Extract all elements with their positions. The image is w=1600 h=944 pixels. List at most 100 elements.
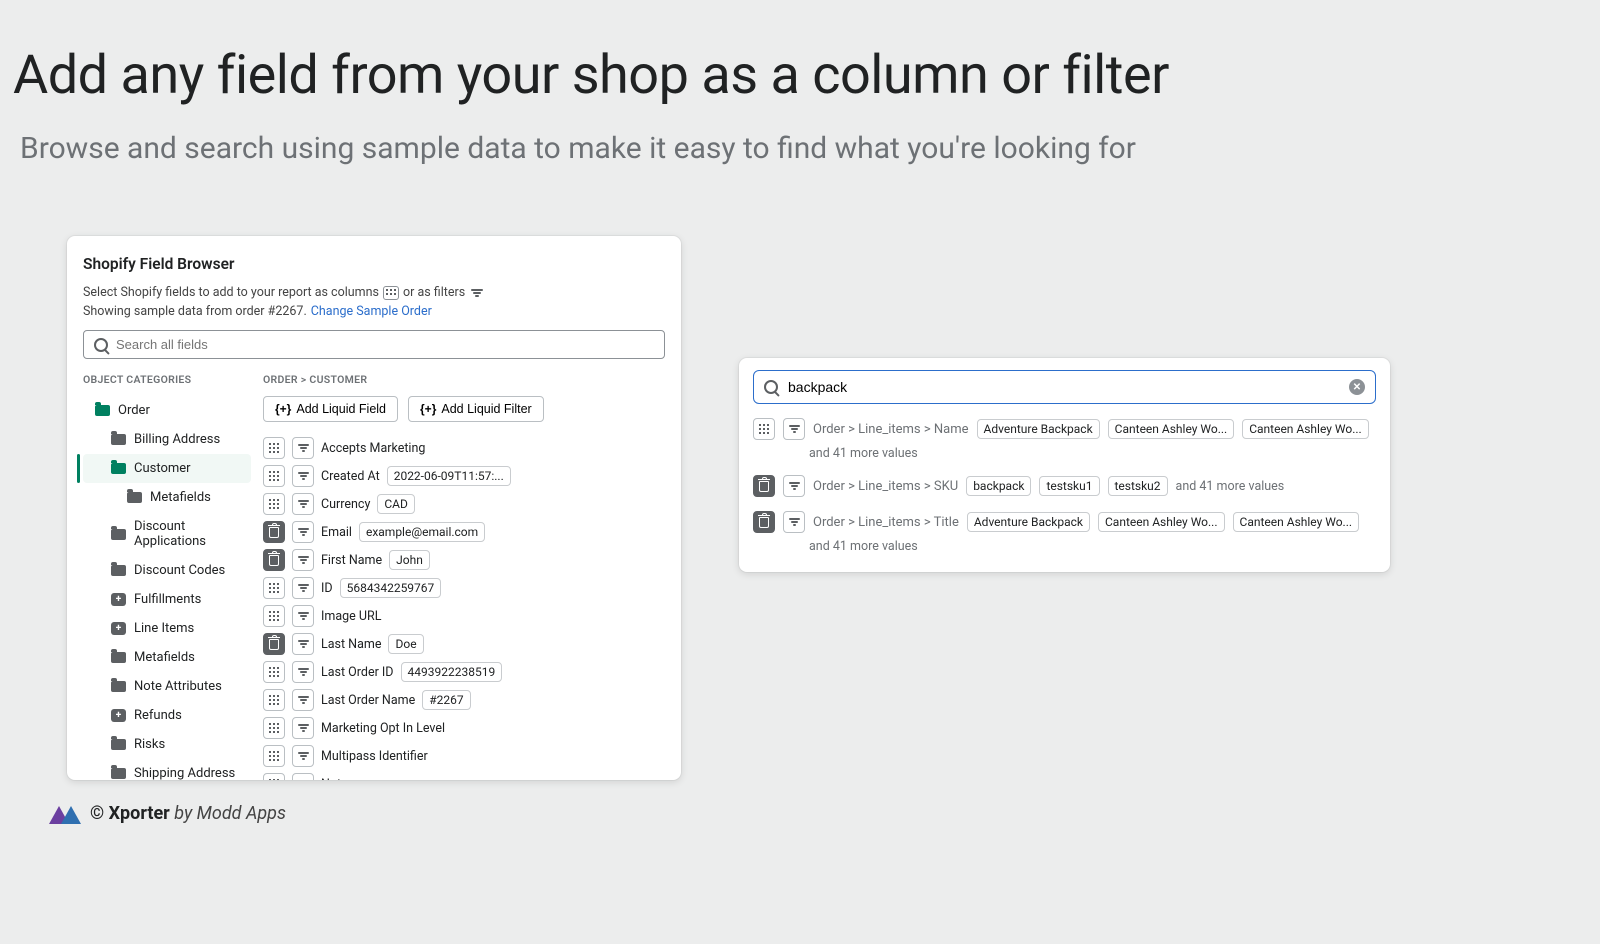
field-sample-value: #2267	[422, 690, 470, 710]
category-customer[interactable]: Customer	[83, 454, 251, 483]
add-filter-button[interactable]	[292, 605, 314, 627]
add-filter-button[interactable]	[292, 745, 314, 767]
change-sample-order-link[interactable]: Change Sample Order	[311, 304, 432, 319]
field-name: Image URL	[321, 609, 381, 624]
add-column-button[interactable]	[263, 465, 285, 487]
add-column-button[interactable]	[263, 717, 285, 739]
field-name: Currency	[321, 497, 370, 512]
add-filter-button[interactable]	[292, 493, 314, 515]
remove-column-button[interactable]	[263, 633, 285, 655]
field-row: Last Order ID4493922238519	[263, 658, 665, 686]
field-row: Note	[263, 770, 665, 780]
remove-column-button[interactable]	[263, 521, 285, 543]
add-filter-button[interactable]	[783, 511, 805, 533]
add-filter-button[interactable]	[292, 689, 314, 711]
add-filter-button[interactable]	[783, 418, 805, 440]
category-order[interactable]: Order	[83, 396, 251, 425]
field-row: Last Order Name #2267	[263, 686, 665, 714]
remove-column-button[interactable]	[753, 475, 775, 497]
category-metafields[interactable]: Metafields	[83, 643, 251, 672]
trash-icon	[269, 639, 279, 650]
filter-icon	[298, 724, 309, 732]
field-row: Multipass Identifier	[263, 742, 665, 770]
sample-value-chip: Canteen Ashley Wo...	[1098, 512, 1225, 532]
add-column-button[interactable]	[263, 661, 285, 683]
add-column-button[interactable]	[263, 689, 285, 711]
search-all-fields[interactable]	[83, 330, 665, 359]
sample-value-chip: Canteen Ashley Wo...	[1108, 419, 1235, 439]
result-path: Order > Line_items > Name	[813, 422, 969, 437]
filter-icon	[298, 472, 309, 480]
results-list: Order > Line_items > Name Adventure Backp…	[753, 418, 1376, 554]
filter-icon	[298, 500, 309, 508]
field-row: ID5684342259767	[263, 574, 665, 602]
search-results-panel: ✕ Order > Line_items > Name Adventure Bac…	[739, 358, 1390, 572]
category-risks[interactable]: Risks	[83, 730, 251, 759]
filter-icon	[298, 752, 309, 760]
folder-icon	[111, 681, 126, 692]
category-discount-codes[interactable]: Discount Codes	[83, 556, 251, 585]
filter-icon	[789, 425, 800, 433]
category-label: Metafields	[150, 490, 211, 505]
search-box[interactable]: ✕	[753, 370, 1376, 404]
category-billing-address[interactable]: Billing Address	[83, 425, 251, 454]
search-query-input[interactable]	[788, 379, 1339, 395]
grid-icon	[269, 751, 279, 761]
field-name: First Name	[321, 553, 382, 568]
grid-icon	[269, 583, 279, 593]
search-input[interactable]	[116, 337, 654, 352]
field-name: Accepts Marketing	[321, 441, 425, 456]
footer-branding: © Xporter by Modd Apps	[49, 802, 286, 824]
search-result-row: Order > Line_items > SKUbackpacktestsku1…	[753, 475, 1376, 497]
add-filter-button[interactable]	[292, 773, 314, 780]
add-column-button[interactable]	[263, 773, 285, 780]
add-filter-button[interactable]	[292, 633, 314, 655]
xporter-logo-icon	[49, 802, 81, 824]
category-note-attributes[interactable]: Note Attributes	[83, 672, 251, 701]
add-filter-button[interactable]	[292, 521, 314, 543]
add-column-button[interactable]	[753, 418, 775, 440]
remove-column-button[interactable]	[263, 549, 285, 571]
field-browser-panel: Shopify Field Browser Select Shopify fie…	[67, 236, 681, 780]
sample-value-chip: Adventure Backpack	[977, 419, 1100, 439]
trash-icon	[759, 481, 769, 492]
result-path: Order > Line_items > Title	[813, 515, 959, 530]
search-result-row: Order > Line_items > TitleAdventure Back…	[753, 511, 1376, 533]
add-filter-button[interactable]	[292, 717, 314, 739]
clear-search-icon[interactable]: ✕	[1349, 379, 1365, 395]
expand-icon	[111, 593, 126, 606]
field-sample-value: 2022-06-09T11:57:...	[387, 466, 511, 486]
field-sample-value: example@email.com	[359, 522, 485, 542]
add-filter-button[interactable]	[292, 465, 314, 487]
sample-data-info: Showing sample data from order #2267. Ch…	[83, 304, 665, 319]
field-row: Image URL	[263, 602, 665, 630]
add-filter-button[interactable]	[292, 661, 314, 683]
category-discount-applications[interactable]: Discount Applications	[83, 512, 251, 556]
remove-column-button[interactable]	[753, 511, 775, 533]
trash-icon	[759, 517, 769, 528]
add-filter-button[interactable]	[292, 437, 314, 459]
add-column-button[interactable]	[263, 605, 285, 627]
category-shipping-address[interactable]: Shipping Address	[83, 759, 251, 780]
trash-icon	[269, 555, 279, 566]
folder-icon	[111, 739, 126, 750]
add-filter-button[interactable]	[292, 577, 314, 599]
add-column-button[interactable]	[263, 577, 285, 599]
add-liquid-filter-button[interactable]: {+}Add Liquid Filter	[408, 396, 544, 422]
field-row: First NameJohn	[263, 546, 665, 574]
category-metafields[interactable]: Metafields	[83, 483, 251, 512]
add-filter-button[interactable]	[292, 549, 314, 571]
add-filter-button[interactable]	[783, 475, 805, 497]
folder-icon	[111, 768, 126, 779]
field-name: Last Order Name	[321, 693, 415, 708]
add-liquid-field-button[interactable]: {+}Add Liquid Field	[263, 396, 398, 422]
category-fulfillments[interactable]: Fulfillments	[83, 585, 251, 614]
sample-value-chip: Canteen Ashley Wo...	[1233, 512, 1360, 532]
add-column-button[interactable]	[263, 493, 285, 515]
add-column-button[interactable]	[263, 745, 285, 767]
add-column-button[interactable]	[263, 437, 285, 459]
category-refunds[interactable]: Refunds	[83, 701, 251, 730]
category-label: Billing Address	[134, 432, 220, 447]
field-sample-value: 4493922238519	[401, 662, 503, 682]
category-line-items[interactable]: Line Items	[83, 614, 251, 643]
